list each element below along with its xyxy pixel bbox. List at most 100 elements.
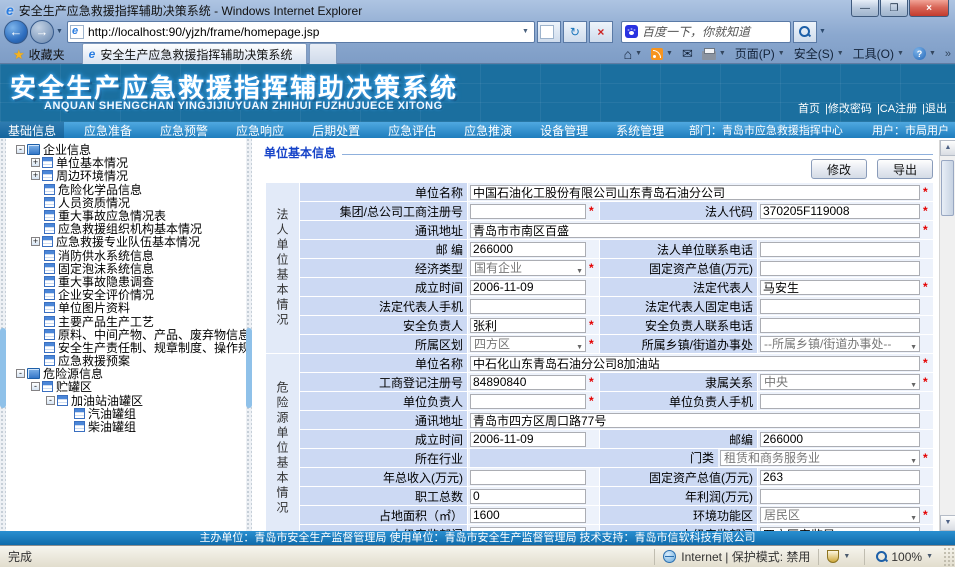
g0-r5-right-input[interactable]: [760, 280, 920, 295]
g0-r3-left-input[interactable]: [470, 242, 586, 257]
history-dropdown-icon[interactable]: ▼: [56, 28, 63, 35]
tree-item-label[interactable]: 柴油罐组: [88, 418, 136, 435]
tree-expander-icon[interactable]: -: [46, 396, 55, 405]
menu-security[interactable]: 安全(S)▼: [794, 45, 844, 62]
tab-active[interactable]: e 安全生产应急救援指挥辅助决策系统: [82, 43, 307, 64]
link-ca-register[interactable]: |CA注册: [877, 103, 917, 115]
search-box[interactable]: 百度一下，你就知道: [621, 21, 791, 43]
folder-icon: [27, 144, 40, 155]
address-dropdown-icon[interactable]: ▼: [519, 28, 532, 35]
g1-r0-input[interactable]: [470, 356, 920, 371]
resize-grip[interactable]: [943, 546, 955, 567]
form-scrollbar[interactable]: ▲ ▼: [939, 140, 955, 531]
search-input[interactable]: 百度一下，你就知道: [642, 23, 787, 40]
edit-button[interactable]: 修改: [811, 159, 867, 179]
form-row: 工商登记注册号*隶属关系中央*: [266, 373, 934, 392]
document-icon: [42, 170, 53, 181]
search-button[interactable]: [793, 21, 817, 43]
refresh-button[interactable]: ↻: [563, 21, 587, 43]
nav-item-7[interactable]: 设备管理: [532, 122, 596, 139]
new-tab-button[interactable]: [309, 43, 337, 64]
tree-expander-icon[interactable]: +: [31, 158, 40, 167]
nav-item-6[interactable]: 应急推演: [456, 122, 520, 139]
link-home[interactable]: 首页: [798, 103, 820, 115]
home-button[interactable]: ⌂▼: [624, 46, 642, 62]
nav-item-5[interactable]: 应急评估: [380, 122, 444, 139]
protected-dropdown-icon[interactable]: ▼: [843, 553, 850, 560]
tree-expander-icon[interactable]: -: [16, 145, 25, 154]
document-icon: [42, 381, 53, 392]
g0-r7-right-input[interactable]: [760, 318, 920, 333]
g1-r8-right-select[interactable]: 居民区: [760, 507, 920, 523]
zoom-control[interactable]: 100% ▼: [873, 550, 939, 564]
g0-r0-cell: *: [468, 183, 934, 202]
print-button[interactable]: ▼: [702, 48, 726, 60]
scroll-down-arrow[interactable]: ▼: [940, 515, 955, 531]
overflow-chevron-icon[interactable]: »: [945, 48, 951, 60]
tree-expander-icon[interactable]: -: [31, 382, 40, 391]
g0-r8-left-select[interactable]: 四方区: [470, 336, 586, 352]
feeds-button[interactable]: ▼: [651, 48, 673, 60]
minimize-button[interactable]: —: [851, 0, 879, 17]
nav-item-8[interactable]: 系统管理: [608, 122, 672, 139]
g1-r7-left-input[interactable]: [470, 489, 586, 504]
g1-r5-select[interactable]: 租赁和商务服务业: [720, 450, 920, 466]
g0-r5-left-input[interactable]: [470, 280, 586, 295]
nav-item-0[interactable]: 基础信息: [0, 122, 64, 139]
g0-r0-input[interactable]: [470, 185, 920, 200]
tree-item-21[interactable]: 柴油罐组: [8, 420, 244, 433]
zoom-level[interactable]: 100%: [891, 550, 922, 564]
g1-r1-right-select[interactable]: 中央: [760, 374, 920, 390]
g1-r3-input[interactable]: [470, 413, 920, 428]
stop-button[interactable]: ×: [589, 21, 613, 43]
search-dropdown-icon[interactable]: ▼: [819, 28, 826, 35]
g1-r8-left-input[interactable]: [470, 508, 586, 523]
g0-r1-left-input[interactable]: [470, 204, 586, 219]
scroll-up-arrow[interactable]: ▲: [940, 140, 955, 156]
tree-expander-icon[interactable]: +: [31, 237, 40, 246]
g0-r3-right-input[interactable]: [760, 242, 920, 257]
compatibility-view-button[interactable]: [537, 21, 561, 43]
tree-expander-icon[interactable]: +: [31, 171, 40, 180]
help-button[interactable]: ?▼: [913, 47, 936, 60]
maximize-button[interactable]: ❐: [880, 0, 908, 17]
tree-item-17[interactable]: -危险源信息: [8, 367, 244, 380]
g0-r2-input[interactable]: [470, 223, 920, 238]
g0-r4-left-select[interactable]: 国有企业: [470, 260, 586, 276]
g1-r7-right-input[interactable]: [760, 489, 920, 504]
nav-item-4[interactable]: 后期处置: [304, 122, 368, 139]
g1-r4-left-input[interactable]: [470, 432, 586, 447]
g0-r7-left-input[interactable]: [470, 318, 586, 333]
g0-r1-right-input[interactable]: [760, 204, 920, 219]
protected-mode-icon[interactable]: [827, 550, 839, 563]
g0-r6-right-input[interactable]: [760, 299, 920, 314]
g0-r6-left-input[interactable]: [470, 299, 586, 314]
back-button[interactable]: ←: [4, 20, 28, 44]
zoom-dropdown-icon[interactable]: ▼: [926, 553, 933, 560]
g1-r2-left-input[interactable]: [470, 394, 586, 409]
document-icon: [44, 197, 55, 208]
g1-r1-left-input[interactable]: [470, 375, 586, 390]
scrollbar-thumb[interactable]: [941, 160, 954, 216]
tree-expander-icon[interactable]: -: [16, 369, 25, 378]
favorites-button[interactable]: ★ 收藏夹: [4, 45, 74, 64]
address-field[interactable]: e http://localhost:90/yjzh/frame/homepag…: [67, 21, 535, 43]
g1-r6-right-input[interactable]: [760, 470, 920, 485]
export-button[interactable]: 导出: [877, 159, 933, 179]
nav-item-3[interactable]: 应急响应: [228, 122, 292, 139]
close-button[interactable]: ×: [909, 0, 949, 17]
link-change-password[interactable]: |修改密码: [825, 103, 872, 115]
nav-item-2[interactable]: 应急预警: [152, 122, 216, 139]
link-logout[interactable]: |退出: [922, 103, 947, 115]
forward-button[interactable]: →: [30, 20, 54, 44]
g0-r8-right-select[interactable]: --所属乡镇/街道办事处--: [760, 336, 920, 352]
g1-r6-left-input[interactable]: [470, 470, 586, 485]
g1-r4-right-input[interactable]: [760, 432, 920, 447]
url-text[interactable]: http://localhost:90/yjzh/frame/homepage.…: [88, 25, 519, 39]
menu-tools[interactable]: 工具(O)▼: [853, 45, 904, 62]
g0-r4-right-input[interactable]: [760, 261, 920, 276]
menu-page[interactable]: 页面(P)▼: [735, 45, 785, 62]
g1-r2-right-input[interactable]: [760, 394, 920, 409]
read-mail-button[interactable]: ✉: [682, 46, 693, 62]
nav-item-1[interactable]: 应急准备: [76, 122, 140, 139]
